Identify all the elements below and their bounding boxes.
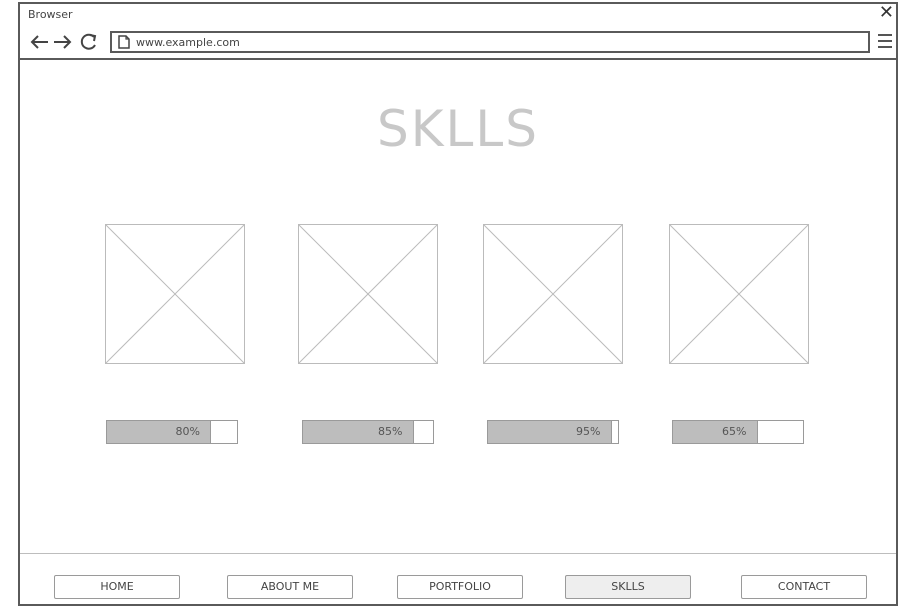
nav-home-button[interactable]: HOME	[54, 575, 180, 599]
skill-progress-bar: 95%	[487, 420, 619, 444]
address-bar[interactable]: www.example.com	[110, 31, 870, 53]
page-title: SKLLS	[377, 100, 539, 158]
progress-label: 85%	[378, 425, 403, 438]
back-arrow-icon[interactable]	[28, 32, 50, 52]
image-placeholder	[483, 224, 623, 364]
toolbar-divider	[20, 58, 896, 60]
document-icon	[118, 35, 130, 49]
nav-skills-button[interactable]: SKLLS	[565, 575, 691, 599]
nav-contact-button[interactable]: CONTACT	[741, 575, 867, 599]
progress-label: 65%	[722, 425, 747, 438]
progress-fill: 65%	[673, 421, 758, 443]
image-placeholder	[105, 224, 245, 364]
browser-window: Browser ✕ www.example.com SKLLS 80% 85% …	[18, 2, 898, 606]
progress-label: 95%	[576, 425, 601, 438]
hamburger-menu-icon[interactable]	[878, 34, 892, 48]
skill-progress-bar: 80%	[106, 420, 238, 444]
skill-progress-bar: 85%	[302, 420, 434, 444]
nav-portfolio-button[interactable]: PORTFOLIO	[397, 575, 523, 599]
skill-progress-bar: 65%	[672, 420, 804, 444]
url-text: www.example.com	[136, 36, 240, 49]
progress-fill: 85%	[303, 421, 414, 443]
close-icon[interactable]: ✕	[879, 4, 894, 22]
forward-arrow-icon[interactable]	[52, 32, 74, 52]
nav-about-me-button[interactable]: ABOUT ME	[227, 575, 353, 599]
window-title: Browser	[28, 8, 73, 21]
progress-fill: 80%	[107, 421, 211, 443]
reload-icon[interactable]	[78, 32, 100, 52]
image-placeholder	[298, 224, 438, 364]
progress-label: 80%	[175, 425, 200, 438]
progress-fill: 95%	[488, 421, 612, 443]
image-placeholder	[669, 224, 809, 364]
footer-divider	[20, 553, 896, 554]
